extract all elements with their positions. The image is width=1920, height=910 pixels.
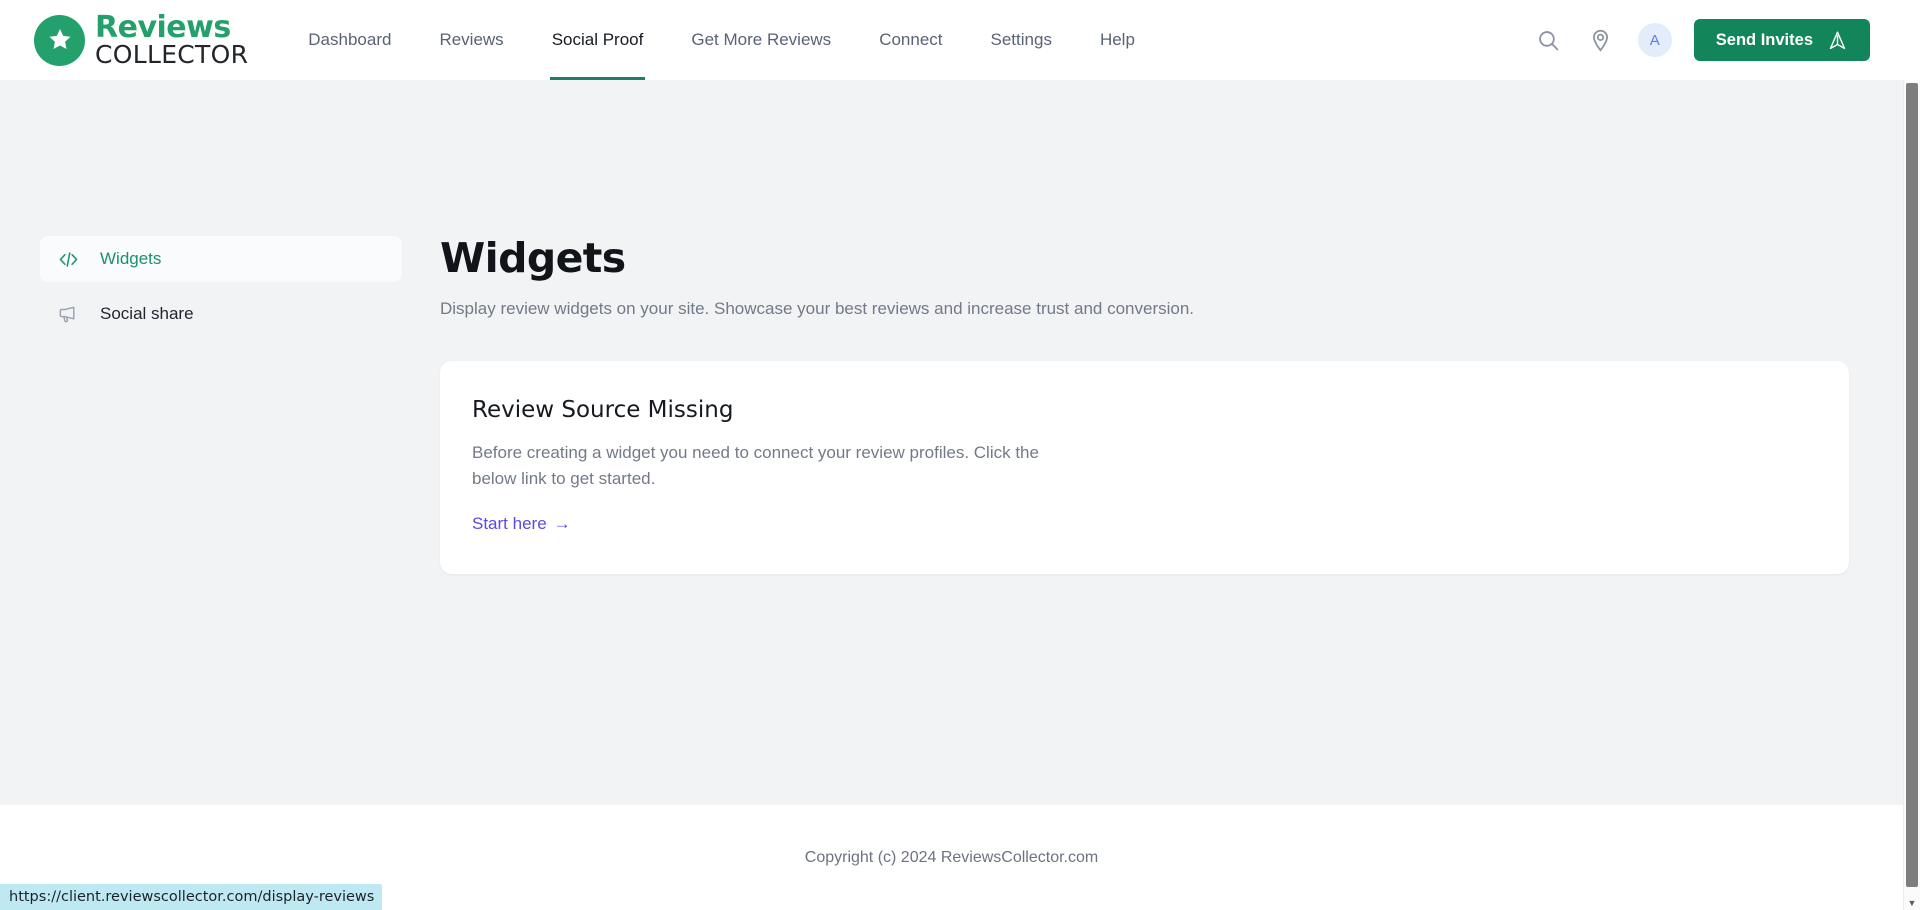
brand-line-2: COLLECTOR	[95, 40, 249, 69]
start-here-link[interactable]: Start here →	[472, 514, 571, 534]
nav-item-help[interactable]: Help	[1076, 0, 1159, 80]
megaphone-icon	[56, 302, 80, 326]
section-sidebar: Widgets Social share	[0, 236, 440, 805]
nav-item-dashboard[interactable]: Dashboard	[284, 0, 415, 80]
search-icon[interactable]	[1534, 25, 1564, 55]
copyright-text: Copyright (c) 2024 ReviewsCollector.com	[804, 848, 1099, 866]
brand-logo[interactable]: Reviews COLLECTOR	[34, 13, 248, 67]
code-brackets-icon	[56, 247, 80, 271]
send-invites-button[interactable]: Send Invites	[1693, 19, 1870, 61]
scroll-down-arrow-icon[interactable]: ▼	[1904, 898, 1920, 908]
status-bar-url-text: https://client.reviewscollector.com/disp…	[9, 889, 375, 905]
page-body: Widgets Social share Widgets Display rev…	[0, 80, 1920, 910]
header-actions: A Send Invites	[1534, 19, 1900, 61]
review-source-missing-card: Review Source Missing Before creating a …	[440, 361, 1849, 574]
card-description: Before creating a widget you need to con…	[472, 443, 1039, 488]
avatar[interactable]: A	[1637, 23, 1672, 57]
nav-item-connect[interactable]: Connect	[855, 0, 966, 80]
main-panel: Widgets Display review widgets on your s…	[440, 234, 1903, 805]
top-header: Reviews COLLECTOR Dashboard Reviews Soci…	[0, 0, 1920, 80]
main-navigation: Dashboard Reviews Social Proof Get More …	[284, 0, 1159, 80]
card-title: Review Source Missing	[472, 397, 734, 424]
sidebar-item-widgets[interactable]: Widgets	[40, 236, 402, 282]
scrollbar-thumb[interactable]	[1906, 83, 1918, 887]
star-icon	[34, 14, 85, 66]
nav-item-social-proof[interactable]: Social Proof	[528, 0, 668, 80]
status-bar-url: https://client.reviewscollector.com/disp…	[0, 884, 383, 910]
brand-line-1: Reviews	[95, 10, 231, 45]
sidebar-item-widgets-label: Widgets	[100, 249, 162, 268]
scroll-content: Widgets Social share Widgets Display rev…	[0, 80, 1903, 910]
arrow-right-icon: →	[553, 513, 571, 533]
send-invites-label: Send Invites	[1715, 30, 1813, 49]
nav-item-reviews[interactable]: Reviews	[415, 0, 527, 80]
brand-wordmark: Reviews COLLECTOR	[95, 10, 249, 69]
nav-item-get-more-reviews[interactable]: Get More Reviews	[667, 0, 855, 80]
sidebar-item-social-share[interactable]: Social share	[40, 291, 402, 337]
map-pin-icon[interactable]	[1586, 25, 1616, 55]
vertical-scrollbar[interactable]: ▼	[1903, 80, 1920, 910]
send-icon	[1827, 30, 1848, 51]
sidebar-item-social-share-label: Social share	[100, 304, 194, 323]
nav-item-settings[interactable]: Settings	[967, 0, 1076, 80]
app-window: Reviews COLLECTOR Dashboard Reviews Soci…	[0, 0, 1920, 910]
page-title: Widgets	[440, 234, 626, 282]
content-columns: Widgets Social share Widgets Display rev…	[0, 80, 1903, 805]
page-subtitle: Display review widgets on your site. Sho…	[440, 299, 1195, 319]
start-here-label: Start here	[472, 513, 547, 533]
